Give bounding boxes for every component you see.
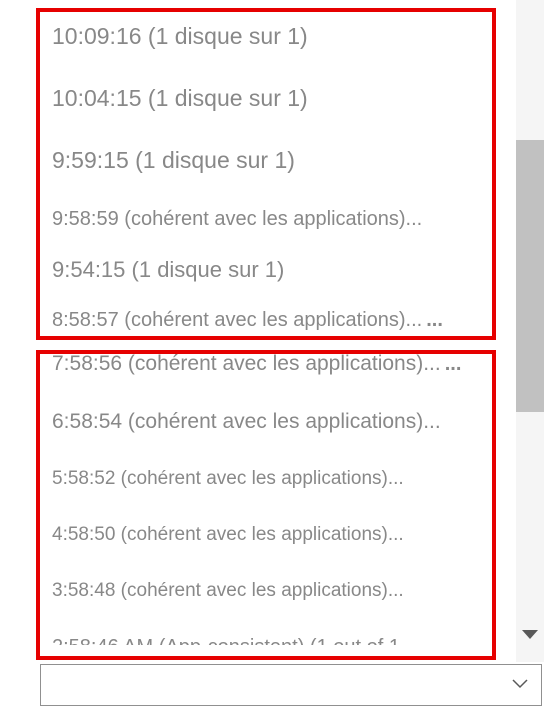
- restore-point-item[interactable]: 9:58:59 (cohérent avec les applications)…: [52, 207, 502, 232]
- restore-point-item-partial[interactable]: 2:58:46 AM (App-consistent) (1 out of 1: [52, 635, 502, 645]
- vertical-scrollbar-thumb[interactable]: [516, 140, 544, 412]
- restore-point-label: 9:54:15 (1 disque sur 1): [52, 257, 284, 282]
- restore-point-label: 9:59:15 (1 disque sur 1): [52, 147, 295, 173]
- restore-point-item[interactable]: 10:04:15 (1 disque sur 1): [52, 84, 502, 113]
- list-area: 10:09:16 (1 disque sur 1) 10:04:15 (1 di…: [0, 0, 502, 659]
- restore-point-label: 10:09:16 (1 disque sur 1): [52, 23, 308, 49]
- restore-point-label: 8:58:57 (cohérent avec les applications)…: [52, 309, 422, 331]
- loading-indicator: ...: [426, 309, 443, 331]
- loading-indicator: ...: [445, 353, 462, 375]
- restore-point-item[interactable]: 7:58:56 (cohérent avec les applications)…: [52, 351, 502, 377]
- restore-points-list: 10:09:16 (1 disque sur 1) 10:04:15 (1 di…: [0, 0, 502, 645]
- restore-point-label: 10:04:15 (1 disque sur 1): [52, 85, 308, 111]
- chevron-down-icon: [511, 676, 529, 694]
- scroll-down-button[interactable]: [520, 627, 540, 646]
- restore-point-label: 5:58:52 (cohérent avec les applications)…: [52, 468, 404, 489]
- restore-point-item[interactable]: 9:59:15 (1 disque sur 1): [52, 146, 502, 175]
- restore-point-item[interactable]: 8:58:57 (cohérent avec les applications)…: [52, 308, 502, 333]
- restore-point-label: 7:58:56 (cohérent avec les applications)…: [52, 352, 441, 375]
- restore-point-item[interactable]: 3:58:48 (cohérent avec les applications)…: [52, 579, 502, 603]
- restore-point-item[interactable]: 5:58:52 (cohérent avec les applications)…: [52, 467, 502, 491]
- vertical-scrollbar-track[interactable]: [516, 0, 544, 662]
- restore-point-item[interactable]: 4:58:50 (cohérent avec les applications)…: [52, 523, 502, 547]
- restore-point-item[interactable]: 9:54:15 (1 disque sur 1): [52, 256, 502, 284]
- restore-point-item[interactable]: 6:58:54 (cohérent avec les applications)…: [52, 409, 502, 435]
- restore-point-label: 4:58:50 (cohérent avec les applications)…: [52, 524, 404, 545]
- restore-point-label: 3:58:48 (cohérent avec les applications)…: [52, 580, 404, 601]
- restore-points-panel: 10:09:16 (1 disque sur 1) 10:04:15 (1 di…: [0, 0, 552, 714]
- restore-point-label: 2:58:46 AM (App-consistent) (1 out of 1: [52, 636, 400, 645]
- restore-point-item[interactable]: 10:09:16 (1 disque sur 1): [52, 22, 502, 51]
- restore-point-label: 6:58:54 (cohérent avec les applications)…: [52, 410, 441, 433]
- dropdown-select[interactable]: [40, 664, 542, 706]
- restore-point-label: 9:58:59 (cohérent avec les applications)…: [52, 208, 422, 230]
